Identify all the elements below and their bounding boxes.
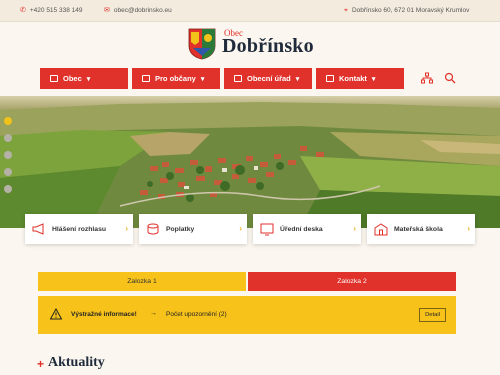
megaphone-icon (32, 223, 44, 235)
site-header: Obec Dobřínsko (0, 22, 500, 67)
aerial-village-image (0, 96, 500, 228)
nav-obec-label: Obec (63, 74, 82, 83)
chevron-right-icon: › (125, 224, 128, 233)
board-icon (260, 223, 274, 236)
chevron-right-icon: › (353, 224, 356, 233)
tab-zalozka-1[interactable]: Zalozka 1 (38, 272, 246, 291)
chevron-right-icon: › (467, 224, 470, 233)
contact-card-icon (326, 75, 334, 82)
warning-count: Počet upozornění (2) (166, 311, 227, 318)
search-icon[interactable] (444, 72, 456, 84)
chevron-down-icon: ▾ (200, 75, 205, 83)
office-icon (234, 75, 242, 82)
quicklink-materska-skola[interactable]: Mateřská škola › (367, 214, 475, 244)
map-pin-icon: ⌖ (344, 7, 348, 14)
quicklink-hlaseni-rozhlasu[interactable]: Hlášení rozhlasu › (25, 214, 133, 244)
warning-title: Výstražné informace! (71, 311, 137, 318)
coins-icon (147, 223, 159, 235)
coat-of-arms-logo[interactable] (188, 28, 216, 60)
news-section-title[interactable]: Aktuality (48, 355, 105, 371)
phone-icon: ✆ (20, 7, 26, 14)
nav-kontakt[interactable]: Kontakt ▾ (316, 68, 404, 89)
main-navigation: Obec ▾ Pro občany ▾ Obecní úřad ▾ Kontak… (40, 68, 404, 89)
slider-dot[interactable] (4, 185, 12, 193)
nav-pro-obcany[interactable]: Pro občany ▾ (132, 68, 220, 89)
slider-dot-active[interactable] (4, 117, 12, 125)
nav-obecni-urad[interactable]: Obecní úřad ▾ (224, 68, 312, 89)
slider-dot[interactable] (4, 151, 12, 159)
mail-icon: ✉ (104, 7, 110, 14)
chevron-down-icon: ▾ (371, 75, 376, 83)
plus-icon: + (37, 357, 45, 371)
tab-zalozka-2[interactable]: Zalozka 2 (248, 272, 456, 291)
phone-link[interactable]: ✆ +420 515 338 149 (20, 7, 82, 14)
hero-village-photo (0, 96, 500, 228)
people-icon (142, 75, 150, 82)
quicklink-label: Hlášení rozhlasu (52, 225, 107, 233)
quicklink-poplatky[interactable]: Poplatky › (139, 214, 247, 244)
nav-pro-obcany-label: Pro občany (155, 74, 196, 83)
quicklink-label: Poplatky (166, 225, 195, 233)
school-icon (374, 223, 388, 236)
slider-dot[interactable] (4, 168, 12, 176)
nav-obec[interactable]: Obec ▾ (40, 68, 128, 89)
email-link[interactable]: ✉ obec@dobrinsko.eu (104, 7, 172, 14)
warning-panel: Výstražné informace! → Počet upozornění … (38, 296, 456, 334)
quicklink-label: Mateřská škola (394, 225, 443, 233)
warning-detail-button[interactable]: Detail (419, 308, 446, 322)
phone-number: +420 515 338 149 (29, 7, 83, 14)
chevron-right-icon: › (239, 224, 242, 233)
slider-dot[interactable] (4, 134, 12, 142)
quick-links: Hlášení rozhlasu › Poplatky › Úřední des… (25, 214, 475, 246)
nav-kontakt-label: Kontakt (339, 74, 367, 83)
quicklink-label: Úřední deska (280, 225, 323, 233)
chevron-down-icon: ▾ (295, 75, 300, 83)
email-address: obec@dobrinsko.eu (113, 7, 172, 14)
quicklink-uredni-deska[interactable]: Úřední deska › (253, 214, 361, 244)
warning-triangle-icon (50, 308, 62, 320)
arrow-right-icon: → (150, 310, 157, 317)
building-icon (50, 75, 58, 82)
nav-obecni-urad-label: Obecní úřad (247, 74, 291, 83)
chevron-down-icon: ▾ (86, 75, 91, 83)
address-link[interactable]: ⌖ Dobřínsko 60, 672 01 Moravský Krumlov (344, 7, 469, 14)
brand-title[interactable]: Dobřínsko (222, 35, 314, 58)
sitemap-icon[interactable] (421, 72, 433, 84)
address-text: Dobřínsko 60, 672 01 Moravský Krumlov (351, 7, 470, 14)
top-info-bar: ✆ +420 515 338 149 ✉ obec@dobrinsko.eu ⌖… (0, 0, 500, 22)
